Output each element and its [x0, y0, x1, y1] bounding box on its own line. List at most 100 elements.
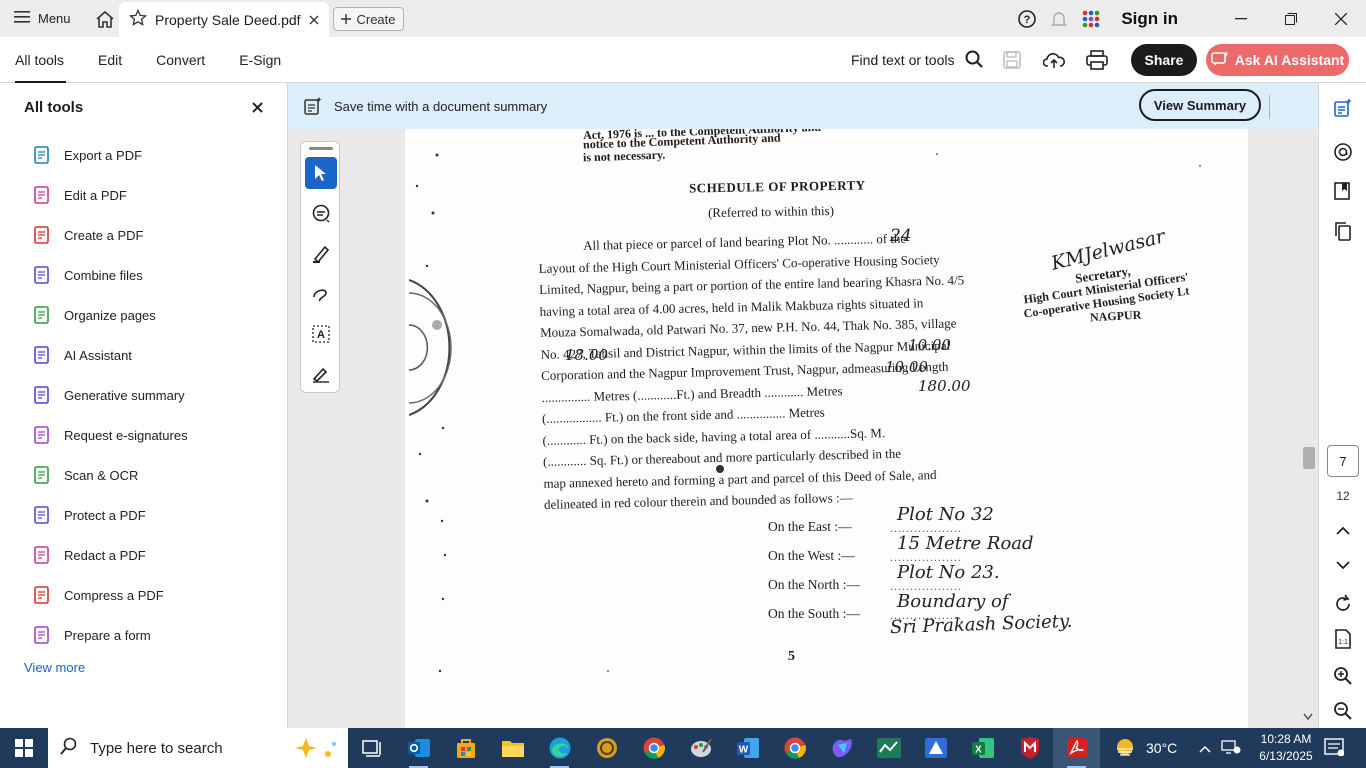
page-fit-icon[interactable]: 1:1 — [1331, 627, 1355, 651]
view-more-link[interactable]: View more — [24, 660, 85, 675]
gold-app-icon[interactable] — [583, 728, 630, 768]
task-view-icon[interactable] — [348, 728, 395, 768]
tool-create-pdf[interactable]: Create a PDF — [0, 215, 287, 255]
network-icon[interactable] — [1221, 739, 1241, 758]
rotate-refresh-icon[interactable] — [1331, 592, 1355, 616]
find-text-or-tools[interactable]: Find text or tools — [851, 37, 983, 83]
tool-label: Organize pages — [64, 307, 156, 323]
tool-export-pdf[interactable]: Export a PDF — [0, 135, 287, 175]
zoom-out-icon[interactable] — [1331, 699, 1355, 723]
notifications-bell-icon[interactable] — [1043, 0, 1075, 37]
freehand-draw-tool-icon[interactable] — [305, 278, 337, 310]
windows-start-icon[interactable] — [0, 728, 48, 768]
print-icon[interactable] — [1084, 47, 1110, 73]
share-button[interactable]: Share — [1131, 44, 1197, 76]
help-icon[interactable]: ? — [1011, 0, 1043, 37]
restore-button[interactable] — [1266, 0, 1316, 37]
copy-pages-rail-icon[interactable] — [1331, 219, 1355, 243]
tab-edit[interactable]: Edit — [81, 37, 139, 83]
star-icon[interactable] — [128, 8, 148, 30]
minimize-button[interactable] — [1216, 0, 1266, 37]
text-box-tool-icon[interactable]: A — [305, 318, 337, 350]
menu-button[interactable]: Menu — [0, 0, 85, 37]
outlook-app-icon[interactable] — [395, 728, 442, 768]
store-app-icon[interactable] — [442, 728, 489, 768]
document-viewport[interactable]: Act, 1976 is ... to the Competent Author… — [288, 129, 1318, 728]
bookmarks-rail-icon[interactable] — [1331, 179, 1355, 203]
palette-grip[interactable] — [309, 147, 333, 150]
tool-compress-pdf[interactable]: Compress a PDF — [0, 575, 287, 615]
vertical-scrollbar[interactable] — [1300, 129, 1318, 728]
highlight-pen-tool-icon[interactable] — [305, 238, 337, 270]
all-tools-panel: All tools Export a PDF Edit a PDF Create a… — [0, 83, 288, 728]
generative-summary-icon — [34, 386, 50, 404]
next-page-chevron-down-icon[interactable] — [1331, 553, 1355, 577]
clock-time: 10:28 AM — [1260, 732, 1312, 746]
tool-generative-summary[interactable]: Generative summary — [0, 375, 287, 415]
search-icon — [965, 50, 983, 71]
upload-cloud-icon[interactable] — [1041, 47, 1067, 73]
weather-temperature[interactable]: 30°C — [1146, 740, 1177, 756]
weather-sun-icon[interactable] — [1112, 736, 1138, 761]
select-tool-cursor-icon[interactable] — [305, 157, 337, 189]
create-button[interactable]: Create — [333, 7, 404, 31]
scroll-down-arrow-icon[interactable] — [1303, 713, 1313, 724]
previous-page-chevron-up-icon[interactable] — [1331, 519, 1355, 543]
word-app-icon[interactable]: W — [724, 728, 771, 768]
total-pages-label: 12 — [1336, 489, 1350, 503]
azure-app-icon[interactable] — [912, 728, 959, 768]
notification-center-icon[interactable] — [1324, 738, 1345, 761]
tool-protect-pdf[interactable]: Protect a PDF — [0, 495, 287, 535]
show-hidden-icons-chevron-icon[interactable] — [1199, 740, 1211, 756]
tool-request-esign[interactable]: Request e-signatures — [0, 415, 287, 455]
tool-prepare-form[interactable]: Prepare a form — [0, 615, 287, 655]
tool-ai-assistant[interactable]: AI Assistant — [0, 335, 287, 375]
menu-label: Menu — [38, 11, 71, 26]
m365-app-icon[interactable] — [818, 728, 865, 768]
sign-in-link[interactable]: Sign in — [1121, 9, 1178, 29]
protect-pdf-icon — [34, 506, 50, 524]
generative-summary-rail-icon[interactable] — [1331, 96, 1355, 120]
comments-rail-icon[interactable] — [1331, 140, 1355, 164]
tab-esign[interactable]: E-Sign — [222, 37, 298, 83]
current-page-input[interactable]: 7 — [1327, 445, 1359, 477]
right-rail: 7 12 1:1 — [1318, 83, 1366, 728]
sign-tool-icon[interactable] — [305, 358, 337, 390]
scrollbar-thumb[interactable] — [1303, 447, 1315, 469]
file-explorer-icon[interactable] — [489, 728, 536, 768]
zoom-in-icon[interactable] — [1331, 664, 1355, 688]
document-tab[interactable]: Property Sale Deed.pdf — [119, 2, 329, 37]
view-summary-button[interactable]: View Summary — [1139, 89, 1261, 121]
comment-tool-icon[interactable] — [305, 198, 337, 230]
apps-grid-icon[interactable] — [1075, 0, 1107, 37]
chrome-profile-icon[interactable] — [630, 728, 677, 768]
save-icon[interactable] — [999, 47, 1025, 73]
paint-app-icon[interactable] — [677, 728, 724, 768]
tool-combine-files[interactable]: Combine files — [0, 255, 287, 295]
ask-ai-assistant-button[interactable]: Ask AI Assistant — [1206, 44, 1349, 76]
system-clock[interactable]: 10:28 AM 6/13/2025 — [1252, 731, 1320, 765]
edit-pdf-icon — [34, 186, 50, 204]
tool-scan-ocr[interactable]: Scan & OCR — [0, 455, 287, 495]
annotation-tool-palette: A — [300, 141, 340, 393]
close-panel-icon[interactable] — [252, 100, 263, 118]
close-tab-icon[interactable] — [309, 12, 319, 28]
edge-browser-icon[interactable] — [536, 728, 583, 768]
tool-label: Compress a PDF — [64, 587, 164, 603]
close-window-button[interactable] — [1316, 0, 1366, 37]
security-shield-app-icon[interactable] — [1006, 728, 1053, 768]
excel-app-icon[interactable]: X — [959, 728, 1006, 768]
chrome-app-icon[interactable] — [771, 728, 818, 768]
tool-label: Generative summary — [64, 387, 185, 403]
tab-all-tools[interactable]: All tools — [0, 37, 81, 83]
tool-redact-pdf[interactable]: Redact a PDF — [0, 535, 287, 575]
tool-edit-pdf[interactable]: Edit a PDF — [0, 175, 287, 215]
scan-speckles — [415, 153, 1201, 673]
tab-convert[interactable]: Convert — [139, 37, 222, 83]
scan-ocr-icon — [34, 466, 50, 484]
tally-app-icon[interactable] — [865, 728, 912, 768]
taskbar-search-box[interactable]: Type here to search — [48, 728, 348, 768]
svg-text:X: X — [975, 745, 982, 756]
tool-organize-pages[interactable]: Organize pages — [0, 295, 287, 335]
acrobat-app-icon[interactable] — [1053, 728, 1100, 768]
